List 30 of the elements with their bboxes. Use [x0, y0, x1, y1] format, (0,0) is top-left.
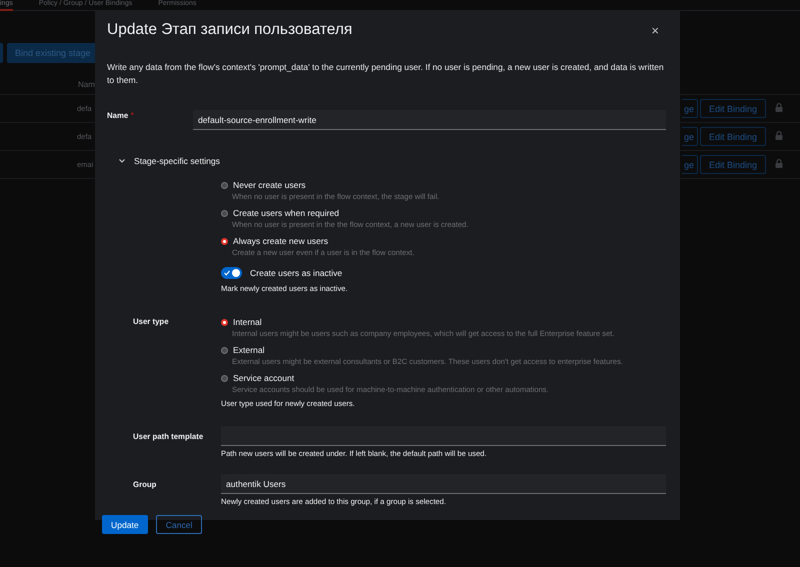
section-toggle[interactable]: Stage-specific settings [134, 156, 220, 166]
modal-description: Write any data from the flow's context's 'prompt_data' to the currently pending user. If no user is pending, a new user is created, and data is written to them. [107, 61, 665, 87]
required-mark: * [130, 110, 134, 120]
radio-button[interactable] [221, 182, 228, 188]
close-button[interactable]: × [651, 22, 659, 38]
radio-button[interactable] [221, 346, 228, 354]
lock-icon [775, 159, 783, 170]
radio-label[interactable]: Internal [233, 316, 262, 328]
radio-label[interactable]: Always create new users [233, 235, 328, 247]
name-input-field[interactable]: default-source-enrollment-write [193, 110, 666, 130]
radio-button[interactable] [221, 210, 228, 216]
cancel-button[interactable]: Cancel [156, 515, 202, 534]
radio-label[interactable]: Create users when required [233, 207, 340, 219]
radio-label[interactable]: Never create users [233, 179, 306, 191]
update-button[interactable]: Update [102, 515, 148, 534]
lock-icon [775, 131, 783, 142]
user-path-input-field[interactable] [221, 426, 666, 446]
check-icon [224, 270, 230, 276]
column-header: Nam [78, 80, 95, 89]
modal-title: Update Этап записи пользователя [107, 21, 354, 39]
toggle-label[interactable]: Create users as inactive [250, 268, 342, 278]
radio-label[interactable]: Service account [233, 372, 294, 384]
radio-button[interactable] [221, 374, 228, 382]
radio-button[interactable] [221, 238, 228, 244]
toggle-switch[interactable] [221, 267, 242, 279]
radio-button[interactable] [221, 318, 228, 326]
radio-label[interactable]: External [233, 344, 265, 356]
caret-icon[interactable] [119, 159, 125, 163]
lock-icon [775, 103, 783, 114]
group-input-field[interactable]: authentik Users [221, 474, 666, 494]
